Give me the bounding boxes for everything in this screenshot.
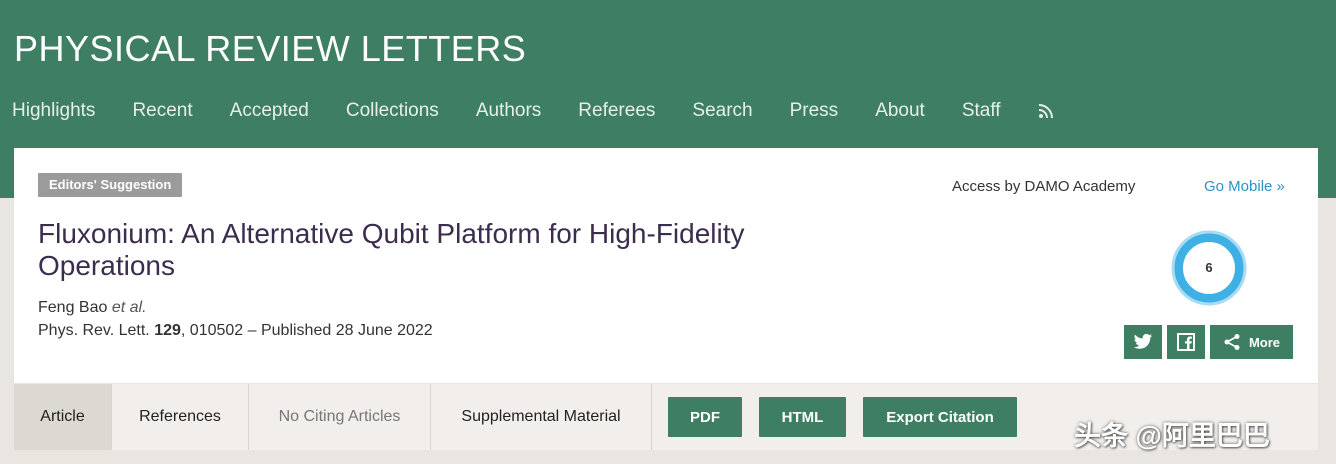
editors-suggestion-badge: Editors' Suggestion — [38, 173, 183, 197]
twitter-share-button[interactable] — [1124, 325, 1162, 359]
nav-referees[interactable]: Referees — [578, 100, 655, 122]
more-share-button[interactable]: More — [1210, 325, 1293, 359]
facebook-share-button[interactable] — [1167, 325, 1205, 359]
nav-staff[interactable]: Staff — [962, 100, 1001, 122]
nav-search[interactable]: Search — [692, 100, 752, 122]
tab-supplemental-material[interactable]: Supplemental Material — [431, 384, 652, 450]
nav-press[interactable]: Press — [790, 100, 839, 122]
citation-details: , 010502 – Published 28 June 2022 — [180, 322, 433, 339]
volume-number: 129 — [154, 322, 181, 339]
article-title: Fluxonium: An Alternative Qubit Platform… — [38, 218, 745, 281]
access-info: Access by DAMO Academy — [952, 178, 1136, 195]
authors: Feng Bao et al. — [38, 299, 147, 317]
author-etal[interactable]: et al. — [112, 299, 147, 316]
go-mobile-link[interactable]: Go Mobile » — [1204, 178, 1285, 195]
journal-abbrev: Phys. Rev. Lett. — [38, 322, 150, 339]
share-buttons: More — [1124, 325, 1293, 359]
author-name[interactable]: Feng Bao — [38, 299, 107, 316]
nav-accepted[interactable]: Accepted — [230, 100, 309, 122]
share-icon — [1224, 334, 1240, 350]
tab-article[interactable]: Article — [14, 384, 112, 450]
twitter-icon — [1133, 333, 1153, 349]
nav-highlights[interactable]: Highlights — [12, 100, 95, 122]
article-card: Editors' Suggestion Access by DAMO Acade… — [14, 148, 1318, 383]
tab-references[interactable]: References — [112, 384, 249, 450]
rss-icon[interactable] — [1038, 103, 1054, 119]
more-label: More — [1248, 334, 1281, 350]
nav-authors[interactable]: Authors — [476, 100, 541, 122]
altmetric-badge[interactable]: 6 — [1171, 230, 1247, 306]
altmetric-score: 6 — [1205, 260, 1213, 275]
watermark-text: 头条 @阿里巴巴 — [1074, 421, 1270, 451]
tab-citing-articles[interactable]: No Citing Articles — [249, 384, 431, 450]
journal-title[interactable]: PHYSICAL REVIEW LETTERS — [14, 28, 526, 70]
export-citation-button[interactable]: Export Citation — [863, 397, 1017, 437]
download-buttons: PDF HTML Export Citation — [652, 384, 1034, 450]
html-button[interactable]: HTML — [759, 397, 846, 437]
nav-collections[interactable]: Collections — [346, 100, 439, 122]
main-nav: Highlights Recent Accepted Collections A… — [12, 98, 1054, 124]
facebook-icon — [1177, 333, 1195, 351]
citation-line: Phys. Rev. Lett. 129, 010502 – Published… — [38, 322, 433, 340]
nav-recent[interactable]: Recent — [132, 100, 192, 122]
pdf-button[interactable]: PDF — [668, 397, 742, 437]
nav-about[interactable]: About — [875, 100, 925, 122]
